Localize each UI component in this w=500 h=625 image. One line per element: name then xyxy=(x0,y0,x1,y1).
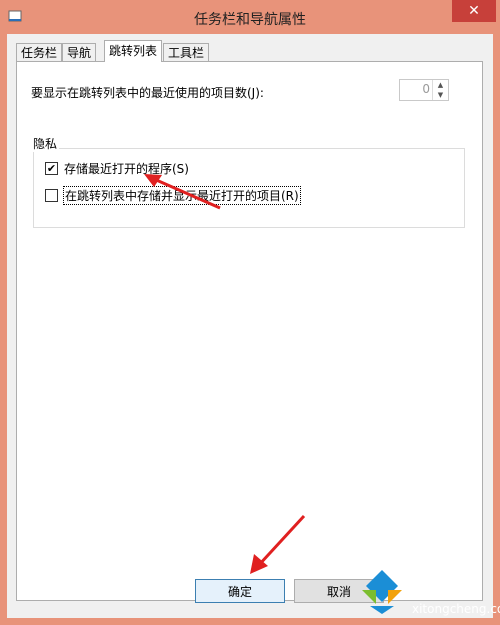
watermark-url: xitongcheng.com xyxy=(412,602,500,616)
spin-down-icon[interactable]: ▼ xyxy=(432,90,448,100)
window-frame: 任务栏和导航属性 ✕ 任务栏 导航 跳转列表 工具栏 要显示在跳转列表中的最近使… xyxy=(0,0,500,625)
windows-logo-icon xyxy=(362,570,402,614)
tab-navigation[interactable]: 导航 xyxy=(62,43,97,61)
title-bar[interactable]: 任务栏和导航属性 ✕ xyxy=(0,0,500,34)
watermark-brand: 系统城 xyxy=(412,576,479,601)
tab-taskbar[interactable]: 任务栏 xyxy=(16,43,63,61)
ok-button[interactable]: 确定 xyxy=(195,579,285,603)
checkmark-icon: ✔ xyxy=(46,161,57,175)
recent-items-count-label: 要显示在跳转列表中的最近使用的项目数(J): xyxy=(31,86,264,100)
store-recent-programs-checkbox[interactable]: ✔ xyxy=(45,161,58,175)
close-button[interactable]: ✕ xyxy=(452,0,496,22)
annotation-arrow-option xyxy=(144,174,221,210)
window-title: 任务栏和导航属性 xyxy=(194,12,306,28)
privacy-group-title: 隐私 xyxy=(33,135,60,152)
close-icon: ✕ xyxy=(468,3,480,19)
tab-jumplist[interactable]: 跳转列表 xyxy=(104,40,163,62)
recent-items-count-value[interactable]: 0 xyxy=(422,82,430,96)
annotation-arrow-ok xyxy=(250,514,306,574)
recent-items-count-spinner[interactable]: 0 ▲ ▼ xyxy=(399,79,449,101)
spin-up-icon[interactable]: ▲ xyxy=(432,80,448,90)
tab-toolbars[interactable]: 工具栏 xyxy=(163,43,210,61)
store-recent-items-checkbox[interactable] xyxy=(45,188,58,202)
watermark: 系统城 xitongcheng.com xyxy=(356,566,500,625)
